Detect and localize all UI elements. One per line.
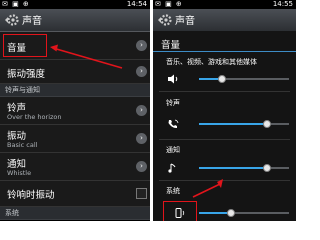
red-arrow xyxy=(50,44,123,69)
right-screen: ✉ ▣ ⊕ 14:55 声音 音量 音乐、视频、游戏和其他媒体 铃声 通知 系统 xyxy=(153,0,296,221)
red-arrow xyxy=(192,179,223,198)
left-screen: ✉ ▣ ⊕ 14:54 声音 音量 › 振动强度 › 铃声与通知 铃声 Over… xyxy=(0,0,150,221)
